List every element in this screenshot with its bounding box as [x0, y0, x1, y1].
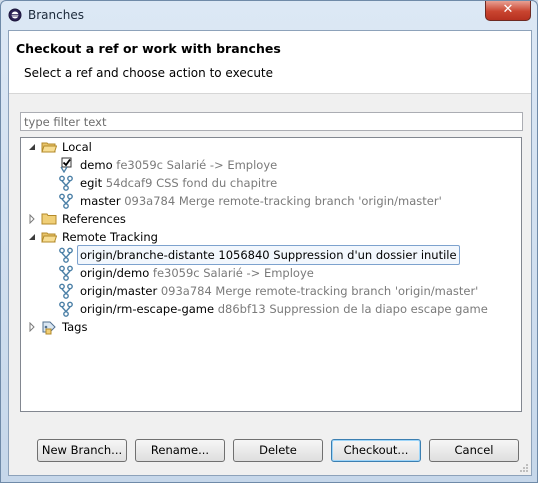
folder-open-icon: [41, 142, 57, 153]
close-button[interactable]: ✕: [485, 1, 531, 21]
branch-icon: [59, 175, 73, 191]
cancel-button[interactable]: Cancel: [429, 439, 519, 462]
tree-node-local[interactable]: Local: [21, 138, 519, 156]
branch-commit: 1056840 Suppression d'un dossier inutile: [218, 248, 457, 262]
branch-name: demo: [80, 158, 113, 172]
selected-item[interactable]: origin/branche-distante 1056840 Suppress…: [77, 245, 460, 265]
new-branch-button[interactable]: New Branch...: [37, 439, 127, 462]
remote-branch-icon: [59, 301, 73, 317]
delete-button[interactable]: Delete: [233, 439, 323, 462]
rename-button[interactable]: Rename...: [135, 439, 225, 462]
branch-commit: fe3059c Salarié -> Employe: [116, 158, 278, 172]
branch-name: egit: [80, 176, 103, 190]
branch-commit: 093a784 Merge remote-tracking branch 'or…: [124, 194, 442, 208]
tree-node-label: Tags: [62, 320, 88, 334]
title-bar[interactable]: Branches ✕: [1, 1, 537, 29]
branch-name: origin/master: [80, 284, 158, 298]
branch-name: master: [80, 194, 121, 208]
filter-input[interactable]: [20, 112, 523, 131]
branch-commit: 093a784 Merge remote-tracking branch 'or…: [160, 284, 479, 298]
branch-name: origin/branche-distante: [80, 248, 215, 262]
branch-commit: d86bf13 Suppression de la diapo escape g…: [217, 302, 488, 316]
branches-dialog: Branches ✕ Checkout a ref or work with b…: [0, 0, 538, 483]
expanded-arrow-icon[interactable]: [27, 232, 37, 242]
tree-node-label: Remote Tracking: [62, 230, 158, 244]
dialog-header: Checkout a ref or work with branches Sel…: [9, 31, 531, 94]
header-title: Checkout a ref or work with branches: [16, 41, 281, 56]
ref-tree[interactable]: Local demo fe3059c Salarié -> Employe eg…: [20, 137, 522, 412]
resize-grip-icon[interactable]: [519, 463, 529, 473]
collapsed-arrow-icon[interactable]: [27, 214, 37, 224]
window-title: Branches: [28, 8, 84, 22]
expanded-arrow-icon[interactable]: [27, 142, 37, 152]
tree-node-label: Local: [62, 140, 92, 154]
folder-icon: [41, 213, 57, 225]
tags-icon: [42, 321, 56, 335]
branch-icon: [59, 193, 73, 209]
folder-open-icon: [41, 232, 57, 243]
header-subtitle: Select a ref and choose action to execut…: [24, 66, 274, 80]
checkout-button[interactable]: Checkout...: [331, 439, 421, 462]
remote-branch-icon: [59, 247, 73, 263]
close-icon: ✕: [502, 2, 514, 17]
tree-node-label: References: [62, 212, 126, 226]
dialog-content: Checkout a ref or work with branches Sel…: [8, 30, 532, 476]
checked-out-branch-icon: [60, 157, 72, 173]
branch-name: origin/rm-escape-game: [80, 302, 215, 316]
remote-branch-icon: [59, 283, 73, 299]
remote-branch-icon: [59, 265, 73, 281]
collapsed-arrow-icon[interactable]: [27, 322, 37, 332]
branch-name: origin/demo: [80, 266, 150, 280]
eclipse-app-icon: [8, 8, 22, 22]
branch-commit: 54dcaf9 CSS fond du chapitre: [105, 176, 278, 190]
branch-commit: fe3059c Salarié -> Employe: [152, 266, 314, 280]
